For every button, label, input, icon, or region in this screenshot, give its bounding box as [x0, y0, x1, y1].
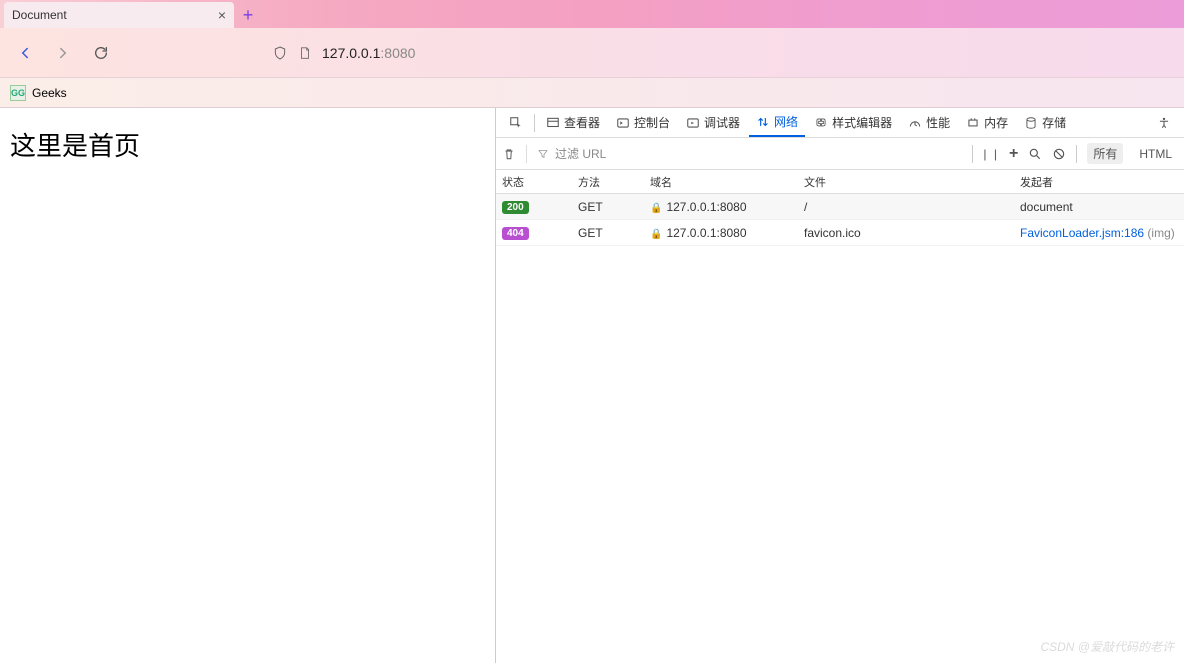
tab-inspector[interactable]: 查看器 — [539, 109, 607, 137]
storage-icon — [1024, 116, 1038, 130]
bookmarks-bar: GG Geeks — [0, 78, 1184, 108]
domain-cell: 🔒127.0.0.1:8080 — [644, 200, 798, 214]
url-port: :8080 — [380, 45, 415, 61]
reload-button[interactable] — [86, 38, 116, 68]
divider — [534, 114, 535, 132]
nav-bar: 127.0.0.1:8080 — [0, 28, 1184, 78]
tab-performance[interactable]: 性能 — [901, 109, 957, 137]
network-row[interactable]: 404 GET🔒127.0.0.1:8080favicon.icoFaviconL… — [496, 220, 1184, 246]
network-toolbar: 过滤 URL | | + 所有 HTML — [496, 138, 1184, 170]
status-badge: 404 — [502, 227, 529, 240]
page-heading: 这里是首页 — [10, 126, 485, 163]
devtools-tabs: 查看器 控制台 调试器 网络 样式编辑器 性能 — [496, 108, 1184, 138]
debugger-icon — [686, 116, 700, 130]
file-cell: / — [798, 200, 1014, 214]
watermark: CSDN @爱敲代码的老许 — [1040, 638, 1174, 655]
back-button[interactable] — [10, 38, 40, 68]
toolbar-right: | | + 所有 HTML — [972, 143, 1178, 164]
new-tab-button[interactable]: + — [234, 2, 262, 28]
memory-icon — [966, 116, 980, 130]
main-area: 这里是首页 查看器 控制台 调试器 网络 — [0, 108, 1184, 663]
url-host: 127.0.0.1 — [322, 45, 380, 61]
accessibility-button[interactable] — [1150, 109, 1178, 137]
tab-network[interactable]: 网络 — [749, 109, 805, 137]
tab-debugger[interactable]: 调试器 — [679, 109, 747, 137]
lock-icon: 🔒 — [650, 203, 662, 214]
document-icon — [298, 45, 312, 61]
tab-label: 内存 — [984, 114, 1008, 131]
network-rows: 200 GET🔒127.0.0.1:8080/document 404 GET🔒127… — [496, 194, 1184, 246]
tab-label: 性能 — [926, 114, 950, 131]
pick-element-button[interactable] — [502, 109, 530, 137]
styles-icon — [814, 116, 828, 130]
col-domain[interactable]: 域名 — [644, 174, 798, 190]
filter-placeholder: 过滤 URL — [555, 145, 606, 162]
col-status[interactable]: 状态 — [496, 174, 572, 190]
domain-cell: 🔒127.0.0.1:8080 — [644, 226, 798, 240]
tab-strip: Document × + — [0, 0, 1184, 28]
divider — [526, 145, 527, 163]
lock-icon: 🔒 — [650, 229, 662, 240]
status-badge: 200 — [502, 201, 529, 214]
devtools-panel: 查看器 控制台 调试器 网络 样式编辑器 性能 — [495, 108, 1184, 663]
tab-memory[interactable]: 内存 — [959, 109, 1015, 137]
tab-label: 查看器 — [564, 114, 600, 131]
tab-label: 存储 — [1042, 114, 1066, 131]
filter-all[interactable]: 所有 — [1087, 143, 1123, 164]
tab-label: 网络 — [774, 113, 798, 130]
filter-input[interactable]: 过滤 URL — [537, 145, 962, 162]
bookmark-favicon: GG — [10, 85, 26, 101]
initiator-cell: FaviconLoader.jsm:186 (img) — [1014, 226, 1184, 240]
pause-button[interactable]: | | — [983, 147, 999, 161]
clear-button[interactable] — [502, 147, 516, 161]
accessibility-icon — [1157, 116, 1171, 130]
url-text: 127.0.0.1:8080 — [322, 45, 415, 61]
perf-icon — [908, 116, 922, 130]
filter-html[interactable]: HTML — [1133, 145, 1178, 163]
bookmark-item[interactable]: Geeks — [32, 86, 67, 100]
col-method[interactable]: 方法 — [572, 174, 644, 190]
tab-label: 样式编辑器 — [832, 114, 892, 131]
search-button[interactable] — [1028, 147, 1042, 161]
close-tab-icon[interactable]: × — [218, 7, 226, 23]
tab-title: Document — [12, 8, 67, 22]
tab-styles[interactable]: 样式编辑器 — [807, 109, 899, 137]
console-icon — [616, 116, 630, 130]
url-bar[interactable]: 127.0.0.1:8080 — [264, 37, 1174, 69]
col-initiator[interactable]: 发起者 — [1014, 174, 1184, 190]
tab-storage[interactable]: 存储 — [1017, 109, 1073, 137]
tab-label: 调试器 — [704, 114, 740, 131]
forward-button[interactable] — [48, 38, 78, 68]
page-content: 这里是首页 — [0, 108, 495, 663]
shield-icon — [272, 45, 288, 61]
tab-label: 控制台 — [634, 114, 670, 131]
block-button[interactable] — [1052, 147, 1066, 161]
divider — [972, 145, 973, 163]
add-button[interactable]: + — [1009, 145, 1018, 163]
inspector-icon — [546, 116, 560, 130]
funnel-icon — [537, 148, 549, 160]
network-icon — [756, 115, 770, 129]
col-file[interactable]: 文件 — [798, 174, 1014, 190]
method-cell: GET — [572, 226, 644, 240]
method-cell: GET — [572, 200, 644, 214]
tab-console[interactable]: 控制台 — [609, 109, 677, 137]
network-columns: 状态 方法 域名 文件 发起者 — [496, 170, 1184, 194]
file-cell: favicon.ico — [798, 226, 1014, 240]
divider — [1076, 145, 1077, 163]
browser-tab[interactable]: Document × — [4, 2, 234, 28]
network-row[interactable]: 200 GET🔒127.0.0.1:8080/document — [496, 194, 1184, 220]
initiator-cell: document — [1014, 200, 1184, 214]
